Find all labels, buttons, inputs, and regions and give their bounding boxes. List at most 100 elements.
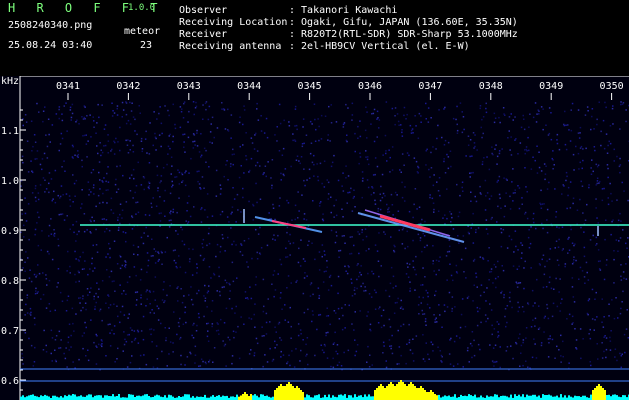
signal-bar <box>308 395 310 400</box>
signal-bar <box>378 386 380 400</box>
noise-pixel <box>119 149 121 152</box>
noise-pixel <box>82 297 84 300</box>
noise-pixel <box>465 277 467 279</box>
noise-pixel <box>223 109 226 111</box>
noise-pixel <box>262 310 265 313</box>
signal-bar <box>474 394 476 400</box>
noise-pixel <box>295 124 298 127</box>
noise-pixel <box>460 313 463 316</box>
noise-pixel <box>137 246 140 248</box>
noise-pixel <box>158 212 161 215</box>
noise-pixel <box>48 191 50 194</box>
noise-pixel <box>77 270 80 272</box>
noise-pixel <box>130 174 133 176</box>
noise-pixel <box>472 132 475 134</box>
noise-pixel <box>572 202 574 205</box>
noise-pixel <box>488 247 490 249</box>
noise-pixel <box>350 187 352 190</box>
noise-pixel <box>590 167 592 169</box>
noise-pixel <box>137 330 140 333</box>
noise-pixel <box>66 270 68 272</box>
noise-pixel <box>272 238 274 240</box>
noise-pixel <box>547 356 550 358</box>
noise-pixel <box>211 323 214 325</box>
noise-pixel <box>235 221 237 223</box>
noise-pixel <box>294 140 297 142</box>
noise-pixel <box>280 356 282 358</box>
noise-pixel <box>616 155 618 158</box>
noise-pixel <box>344 304 346 306</box>
signal-bar <box>244 392 246 400</box>
noise-pixel <box>169 285 171 287</box>
noise-pixel <box>99 142 101 144</box>
noise-pixel <box>306 353 308 356</box>
noise-pixel <box>24 114 27 116</box>
noise-pixel <box>364 129 367 132</box>
noise-pixel <box>127 119 130 122</box>
noise-pixel <box>560 355 562 357</box>
noise-pixel <box>79 302 81 304</box>
signal-bar <box>178 396 180 400</box>
signal-bar <box>104 395 106 400</box>
noise-pixel <box>72 322 74 325</box>
noise-pixel <box>578 168 580 170</box>
noise-pixel <box>172 135 174 138</box>
noise-pixel <box>538 110 540 112</box>
noise-pixel <box>287 321 290 323</box>
noise-pixel <box>479 256 482 258</box>
noise-pixel <box>441 361 443 363</box>
noise-pixel <box>534 102 537 104</box>
noise-pixel <box>297 261 300 264</box>
signal-bar <box>528 395 530 400</box>
noise-pixel <box>110 209 112 211</box>
noise-pixel <box>444 310 446 313</box>
noise-pixel <box>117 141 119 143</box>
noise-pixel <box>124 260 126 262</box>
noise-pixel <box>479 107 481 110</box>
noise-pixel <box>263 172 265 174</box>
noise-pixel <box>581 270 584 272</box>
signal-bar <box>534 394 536 400</box>
noise-pixel <box>147 235 149 237</box>
noise-pixel <box>556 142 559 145</box>
noise-pixel <box>198 183 201 185</box>
noise-pixel <box>373 108 376 111</box>
noise-pixel <box>84 106 86 108</box>
noise-pixel <box>113 325 116 327</box>
noise-pixel <box>73 231 75 234</box>
noise-pixel <box>330 165 333 168</box>
noise-pixel <box>601 298 603 300</box>
noise-pixel <box>147 264 149 267</box>
noise-pixel <box>545 165 547 167</box>
noise-pixel <box>528 126 530 128</box>
noise-pixel <box>425 342 427 344</box>
noise-pixel <box>77 156 79 158</box>
noise-pixel <box>394 115 396 117</box>
noise-pixel <box>472 260 475 262</box>
noise-pixel <box>320 344 322 346</box>
noise-pixel <box>333 204 335 207</box>
noise-pixel <box>595 236 598 239</box>
signal-bar <box>574 395 576 400</box>
noise-pixel <box>310 282 313 284</box>
noise-pixel <box>163 200 166 202</box>
noise-pixel <box>520 352 522 354</box>
noise-pixel <box>485 195 487 197</box>
noise-pixel <box>133 339 136 341</box>
noise-pixel <box>317 287 320 289</box>
noise-pixel <box>177 169 179 171</box>
noise-pixel <box>230 137 232 139</box>
noise-pixel <box>67 336 70 338</box>
noise-pixel <box>314 140 317 142</box>
noise-pixel <box>583 276 586 278</box>
noise-pixel <box>365 150 367 152</box>
noise-pixel <box>227 130 230 132</box>
noise-pixel <box>186 202 189 204</box>
noise-pixel <box>184 364 186 366</box>
noise-pixel <box>505 325 507 328</box>
noise-pixel <box>279 297 282 299</box>
noise-pixel <box>417 165 419 168</box>
noise-pixel <box>309 120 312 123</box>
noise-pixel <box>276 344 278 346</box>
noise-pixel <box>251 257 253 260</box>
